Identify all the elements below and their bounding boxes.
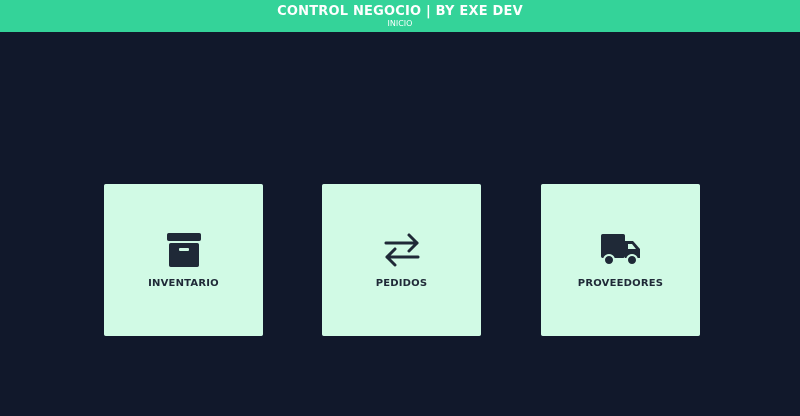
pedidos-card[interactable]: PEDIDOS (322, 184, 481, 336)
inventario-card[interactable]: INVENTARIO (104, 184, 263, 336)
pedidos-label: PEDIDOS (375, 278, 428, 289)
page-subtitle: INICIO (387, 19, 413, 28)
inventario-label: INVENTARIO (148, 278, 219, 289)
arrows-exchange-icon (322, 232, 481, 268)
app-header: CONTROL NEGOCIO | BY EXE DEV INICIO (0, 0, 800, 32)
proveedores-label: PROVEEDORES (577, 278, 664, 289)
app-title: CONTROL NEGOCIO | BY EXE DEV (277, 4, 523, 19)
proveedores-card[interactable]: PROVEEDORES (541, 184, 700, 336)
truck-icon (541, 232, 700, 268)
archive-box-icon (104, 232, 263, 268)
